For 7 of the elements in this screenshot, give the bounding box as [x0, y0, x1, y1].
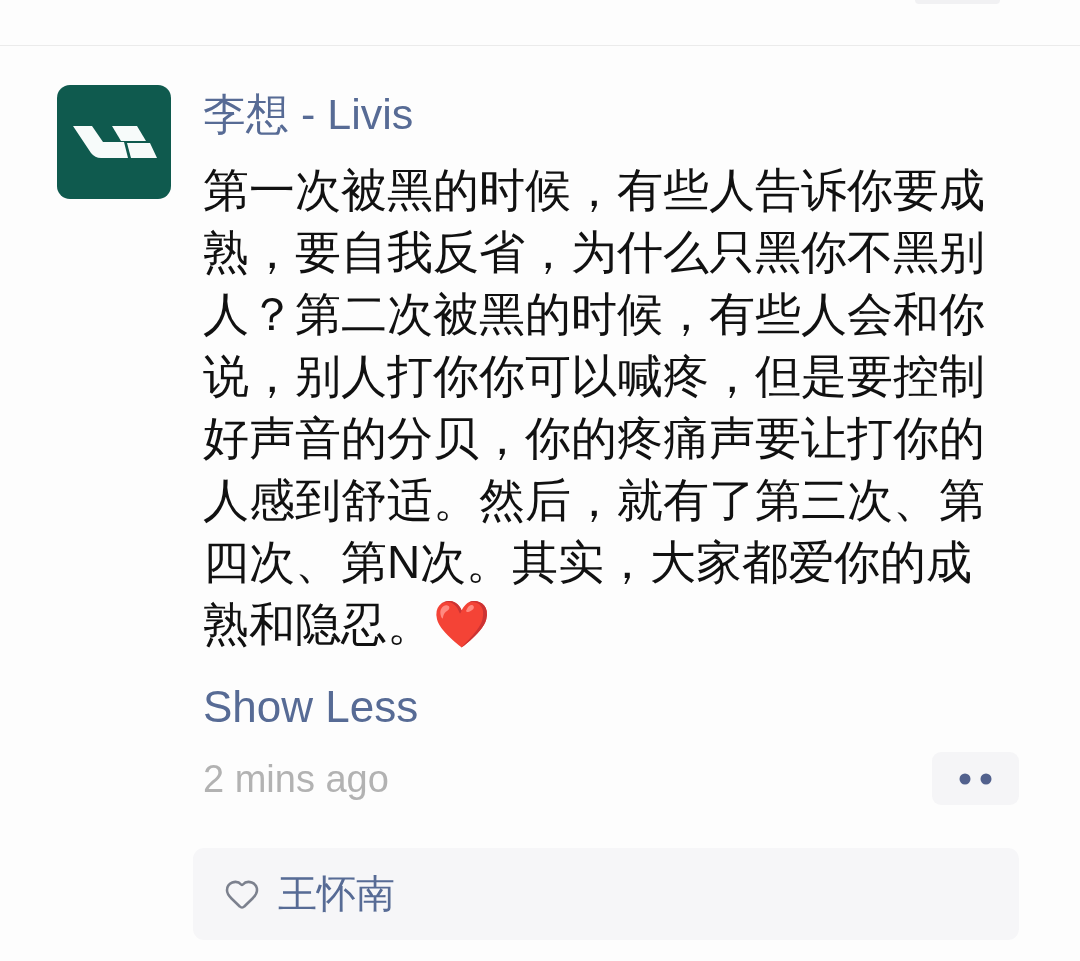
show-less-link[interactable]: Show Less	[203, 682, 419, 732]
author-name[interactable]: 李想 - Livis	[203, 89, 414, 139]
two-dots-icon	[959, 772, 992, 785]
post-text: 第一次被黑的时候，有些人告诉你要成熟，要自我反省，为什么只黑你不黑别人？第二次被黑的时候，有些人会和你说，别人打你你可以喊疼，但是要控制好声音的分贝，你的疼痛声要让打你的人感到舒适。然后，就有了第三次、第四次、第N次。其实，大家都爱你的成熟和隐忍。❤	[203, 163, 986, 652]
more-button[interactable]	[932, 752, 1019, 805]
post-time: 2 mins ago	[203, 756, 389, 801]
liker-name[interactable]: 王怀南	[278, 871, 395, 917]
